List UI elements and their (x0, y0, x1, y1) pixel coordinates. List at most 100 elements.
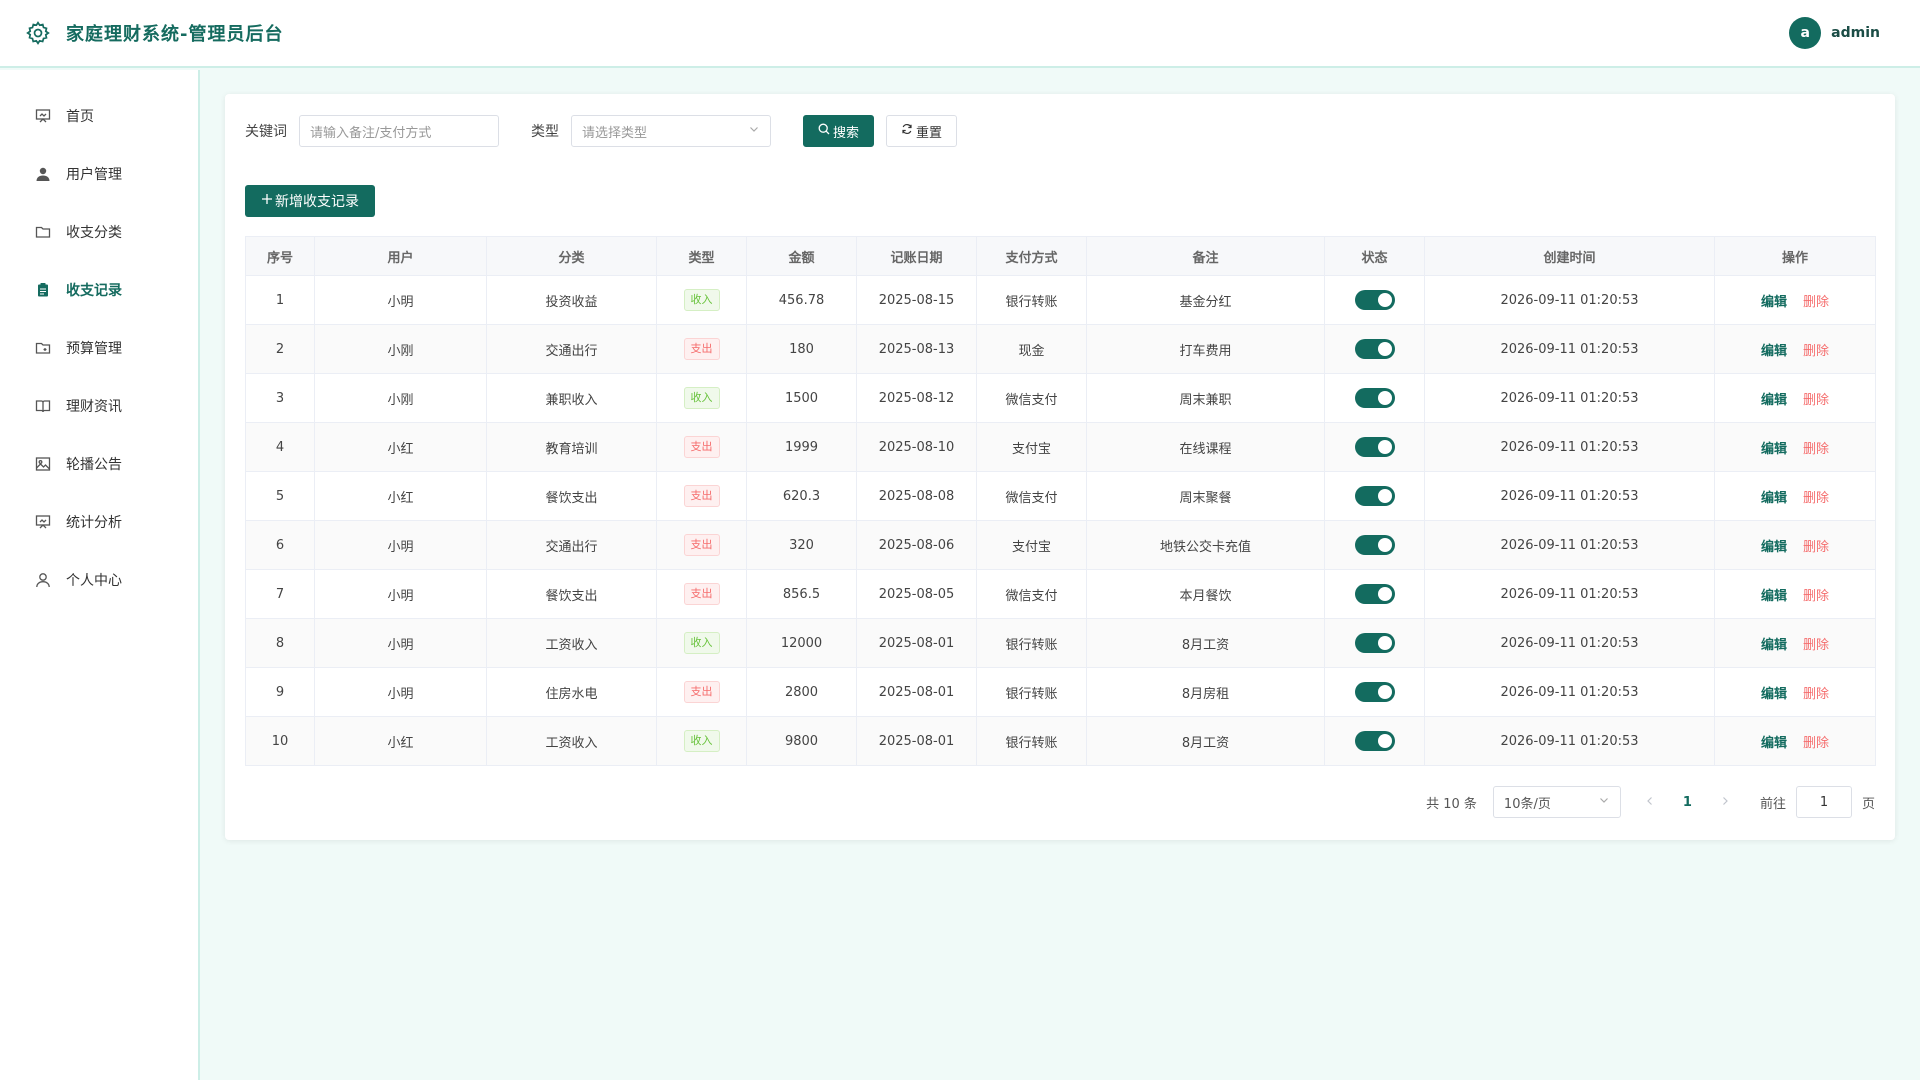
sidebar-item-label: 用户管理 (66, 167, 122, 183)
sidebar-item-carousel[interactable]: 轮播公告 (0, 435, 198, 493)
column-header: 金额 (746, 236, 857, 276)
sidebar-item-categories[interactable]: 收支分类 (0, 203, 198, 261)
delete-button[interactable]: 删除 (1803, 589, 1829, 604)
status-toggle[interactable] (1354, 290, 1395, 310)
column-header: 状态 (1324, 236, 1425, 276)
cell-status (1324, 422, 1425, 472)
cell-id: 8 (245, 618, 315, 668)
edit-button[interactable]: 编辑 (1761, 491, 1787, 506)
type-select[interactable]: 请选择类型 (571, 115, 771, 147)
cell-pay-method: 银行转账 (976, 275, 1087, 325)
cell-type: 支出 (656, 569, 747, 619)
keyword-input[interactable]: 请输入备注/支付方式 (299, 115, 499, 147)
sidebar-item-home[interactable]: 首页 (0, 87, 198, 145)
delete-button[interactable]: 删除 (1803, 442, 1829, 457)
sidebar-item-budget[interactable]: 预算管理 (0, 319, 198, 377)
page-size-value: 10条/页 (1503, 796, 1551, 812)
edit-button[interactable]: 编辑 (1761, 589, 1787, 604)
delete-button[interactable]: 删除 (1803, 491, 1829, 506)
type-tag: 支出 (683, 681, 720, 703)
cell-type: 支出 (656, 471, 747, 521)
status-toggle[interactable] (1354, 682, 1395, 702)
cell-category: 投资收益 (486, 275, 657, 325)
page-size-select[interactable]: 10条/页 (1492, 786, 1621, 818)
status-toggle[interactable] (1354, 731, 1395, 751)
edit-button[interactable]: 编辑 (1761, 295, 1787, 310)
search-icon (818, 123, 830, 139)
cell-date: 2025-08-10 (856, 422, 977, 472)
type-tag: 收入 (683, 730, 720, 752)
sidebar-item-records[interactable]: 收支记录 (0, 261, 198, 319)
delete-button[interactable]: 删除 (1803, 736, 1829, 751)
type-tag: 支出 (683, 436, 720, 458)
cell-actions: 编辑 删除 (1714, 373, 1876, 423)
status-toggle[interactable] (1354, 437, 1395, 457)
cell-user: 小明 (314, 569, 487, 619)
delete-button[interactable]: 删除 (1803, 540, 1829, 555)
cell-category: 住房水电 (486, 667, 657, 717)
reset-button[interactable]: 重置 (886, 115, 958, 147)
edit-button[interactable]: 编辑 (1761, 736, 1787, 751)
cell-user: 小红 (314, 716, 487, 766)
cell-actions: 编辑 删除 (1714, 471, 1876, 521)
edit-button[interactable]: 编辑 (1761, 687, 1787, 702)
status-toggle[interactable] (1354, 339, 1395, 359)
records-table: 序号 用户 分类 类型 金额 记账日期 支付方式 备注 状态 创建时间 操作 1… (245, 236, 1876, 766)
brand: 家庭理财系统-管理员后台 (24, 19, 283, 47)
column-header: 记账日期 (856, 236, 977, 276)
user-menu[interactable]: a admin (1789, 17, 1880, 49)
column-header: 创建时间 (1424, 236, 1715, 276)
status-toggle[interactable] (1354, 633, 1395, 653)
status-toggle[interactable] (1354, 388, 1395, 408)
cell-actions: 编辑 删除 (1714, 520, 1876, 570)
delete-button[interactable]: 删除 (1803, 344, 1829, 359)
cell-user: 小刚 (314, 324, 487, 374)
sidebar-item-profile[interactable]: 个人中心 (0, 551, 198, 609)
cell-status (1324, 275, 1425, 325)
delete-button[interactable]: 删除 (1803, 638, 1829, 653)
delete-button[interactable]: 删除 (1803, 687, 1829, 702)
edit-button[interactable]: 编辑 (1761, 442, 1787, 457)
search-button[interactable]: 搜索 (803, 115, 875, 147)
status-toggle[interactable] (1354, 584, 1395, 604)
edit-button[interactable]: 编辑 (1761, 540, 1787, 555)
cell-type: 收入 (656, 373, 747, 423)
type-tag: 收入 (683, 632, 720, 654)
sidebar-item-stats[interactable]: 统计分析 (0, 493, 198, 551)
folder-add-icon (34, 339, 52, 357)
cell-actions: 编辑 删除 (1714, 618, 1876, 668)
book-icon (34, 397, 52, 415)
status-toggle[interactable] (1354, 535, 1395, 555)
type-tag: 支出 (683, 485, 720, 507)
edit-button[interactable]: 编辑 (1761, 393, 1787, 408)
username[interactable]: admin (1831, 25, 1880, 41)
edit-button[interactable]: 编辑 (1761, 638, 1787, 653)
cell-pay-method: 支付宝 (976, 422, 1087, 472)
sidebar-item-news[interactable]: 理财资讯 (0, 377, 198, 435)
prev-page-button[interactable] (1645, 794, 1655, 810)
add-record-button[interactable]: 新增收支记录 (245, 185, 375, 217)
cell-note: 周末兼职 (1086, 373, 1325, 423)
sidebar-item-label: 收支分类 (66, 225, 122, 241)
status-toggle[interactable] (1354, 486, 1395, 506)
goto-page-input[interactable]: 1 (1795, 786, 1852, 818)
avatar[interactable]: a (1789, 17, 1822, 49)
cell-amount: 856.5 (746, 569, 857, 619)
cell-id: 3 (245, 373, 315, 423)
sidebar-item-users[interactable]: 用户管理 (0, 145, 198, 203)
cell-date: 2025-08-06 (856, 520, 977, 570)
delete-button[interactable]: 删除 (1803, 393, 1829, 408)
cell-created: 2026-09-11 01:20:53 (1424, 373, 1715, 423)
delete-button[interactable]: 删除 (1803, 295, 1829, 310)
cell-pay-method: 现金 (976, 324, 1087, 374)
cell-id: 4 (245, 422, 315, 472)
next-page-button[interactable] (1720, 794, 1730, 810)
goto-label: 前往 (1759, 796, 1786, 812)
edit-button[interactable]: 编辑 (1761, 344, 1787, 359)
cell-actions: 编辑 删除 (1714, 422, 1876, 472)
keyword-placeholder: 请输入备注/支付方式 (310, 125, 432, 141)
cell-user: 小红 (314, 422, 487, 472)
cell-status (1324, 667, 1425, 717)
cell-actions: 编辑 删除 (1714, 275, 1876, 325)
page-number[interactable]: 1 (1683, 795, 1692, 810)
